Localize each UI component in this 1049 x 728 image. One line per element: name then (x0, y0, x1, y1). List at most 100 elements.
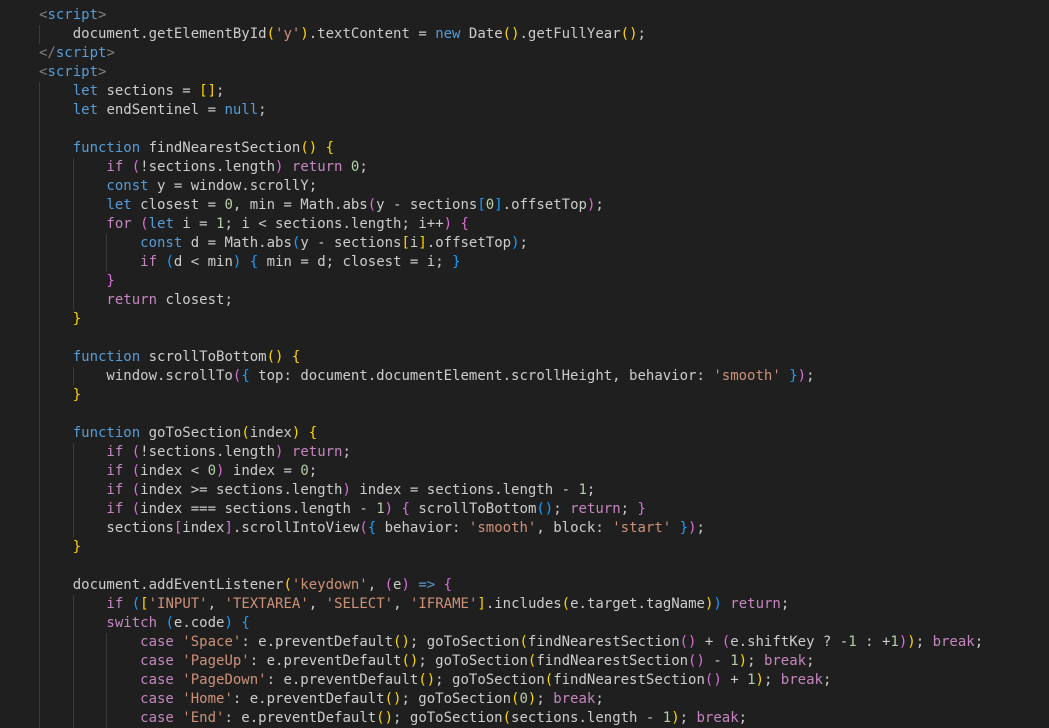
code-line[interactable]: } (39, 538, 81, 557)
code-token: 'smooth' (468, 520, 537, 536)
code-token: ( (544, 672, 554, 688)
code-token: ( (140, 216, 149, 232)
code-token: 'smooth' (713, 368, 781, 384)
code-line[interactable]: document.addEventListener('keydown', (e)… (39, 576, 452, 595)
code-line[interactable]: for (let i = 1; i < sections.length; i++… (39, 215, 469, 234)
code-line[interactable]: switch (e.code) { (39, 614, 249, 633)
code-line[interactable]: sections[index].scrollIntoView({ behavio… (39, 519, 705, 538)
code-token: { (325, 140, 335, 156)
code-line[interactable]: if (['INPUT', 'TEXTAREA', 'SELECT', 'IFR… (39, 595, 789, 614)
code-token: if (39, 501, 124, 517)
code-token: ; (637, 26, 646, 42)
code-token: closest; (157, 292, 233, 308)
code-token: ) (898, 634, 908, 650)
code-token: !sections.length (140, 444, 276, 460)
code-token: ; (738, 710, 748, 726)
code-token: switch (39, 615, 158, 631)
code-token: { (291, 349, 301, 365)
code-line[interactable]: if (d < min) { min = d; closest = i; } (39, 253, 460, 272)
code-line[interactable]: case 'End': e.preventDefault(); goToSect… (39, 709, 747, 728)
code-line[interactable]: const y = window.scrollY; (39, 177, 317, 196)
code-token: 1 (376, 501, 385, 517)
code-line[interactable]: let endSentinel = null; (39, 101, 267, 120)
code-token: ; (974, 634, 984, 650)
code-line[interactable]: if (!sections.length) return 0; (39, 158, 367, 177)
code-line[interactable]: case 'PageDown': e.preventDefault(); goT… (39, 671, 831, 690)
code-token: if (39, 444, 124, 460)
code-token: : e.preventDefault (232, 691, 385, 707)
code-line[interactable]: let sections = []; (39, 82, 225, 101)
code-token: goToSection (140, 425, 242, 441)
code-line[interactable]: let closest = 0, min = Math.abs(y - sect… (39, 196, 603, 215)
code-token: > (98, 64, 107, 80)
code-token: ; goToSection (418, 653, 528, 669)
code-line[interactable]: } (39, 310, 81, 329)
code-token: () (418, 672, 436, 688)
code-token: + (721, 672, 748, 688)
code-token: [] (199, 83, 217, 99)
code-token: break (780, 672, 823, 688)
code-editor[interactable]: <script> document.getElementById('y').te… (0, 0, 1049, 728)
code-line[interactable]: } (39, 386, 81, 405)
code-token: () (300, 140, 318, 156)
code-line[interactable]: return closest; (39, 291, 233, 310)
code-token: , (367, 577, 385, 593)
code-token: ) (342, 482, 351, 498)
code-token: sections (39, 520, 174, 536)
code-line[interactable]: window.scrollTo({ top: document.document… (39, 367, 815, 386)
code-line[interactable]: <script> (39, 63, 106, 82)
code-token: ( (266, 26, 276, 42)
code-line[interactable]: if (index === sections.length - 1) { scr… (39, 500, 646, 519)
code-token: { (401, 501, 410, 517)
code-token: ( (131, 501, 141, 517)
code-token: ( (131, 596, 141, 612)
code-token: e.code (173, 615, 225, 631)
code-line[interactable]: if (index >= sections.length) index = se… (39, 481, 595, 500)
code-line[interactable]: </script> (39, 44, 115, 63)
code-token: ; (747, 653, 764, 669)
code-token: ( (131, 482, 141, 498)
code-token: 0 (485, 197, 495, 213)
code-line[interactable]: function goToSection(index) { (39, 424, 318, 443)
code-line[interactable]: document.getElementById('y').textContent… (39, 25, 646, 44)
code-token: case (39, 672, 174, 688)
code-token: ; (519, 235, 528, 251)
code-line[interactable]: case 'PageUp': e.preventDefault(); goToS… (39, 652, 814, 671)
indent-guide (39, 120, 40, 139)
code-token: </ (39, 45, 56, 61)
code-token: if (39, 463, 124, 479)
code-line[interactable]: const d = Math.abs(y - sections[i].offse… (39, 234, 528, 253)
code-line[interactable]: case 'Home': e.preventDefault(); goToSec… (39, 690, 604, 709)
code-token: new (435, 26, 461, 42)
code-token: ; (806, 368, 815, 384)
code-token: ; goToSection (393, 710, 503, 726)
code-token: () (688, 653, 705, 669)
code-token: { (249, 254, 259, 270)
code-token: 'Space' (182, 634, 242, 650)
code-token: ; (553, 501, 571, 517)
code-token: index === sections.length - (140, 501, 377, 517)
code-token: case (39, 691, 174, 707)
code-token: 'y' (275, 26, 301, 42)
code-token: ( (367, 197, 377, 213)
code-token: index < (140, 463, 208, 479)
code-line[interactable]: <script> (39, 6, 106, 25)
code-token: ] (418, 235, 427, 251)
code-line[interactable]: if (index < 0) index = 0; (39, 462, 317, 481)
code-token: ( (241, 425, 250, 441)
code-token: script (47, 64, 99, 80)
code-token: let (39, 83, 99, 99)
code-token: findNearestSection (553, 672, 705, 688)
code-token: document.addEventListener (39, 577, 284, 593)
code-line[interactable]: } (39, 272, 114, 291)
code-line[interactable]: if (!sections.length) return; (39, 443, 351, 462)
code-line[interactable]: case 'Space': e.preventDefault(); goToSe… (39, 633, 983, 652)
code-line[interactable]: function scrollToBottom() { (39, 348, 301, 367)
code-line[interactable]: function findNearestSection() { (39, 139, 334, 158)
